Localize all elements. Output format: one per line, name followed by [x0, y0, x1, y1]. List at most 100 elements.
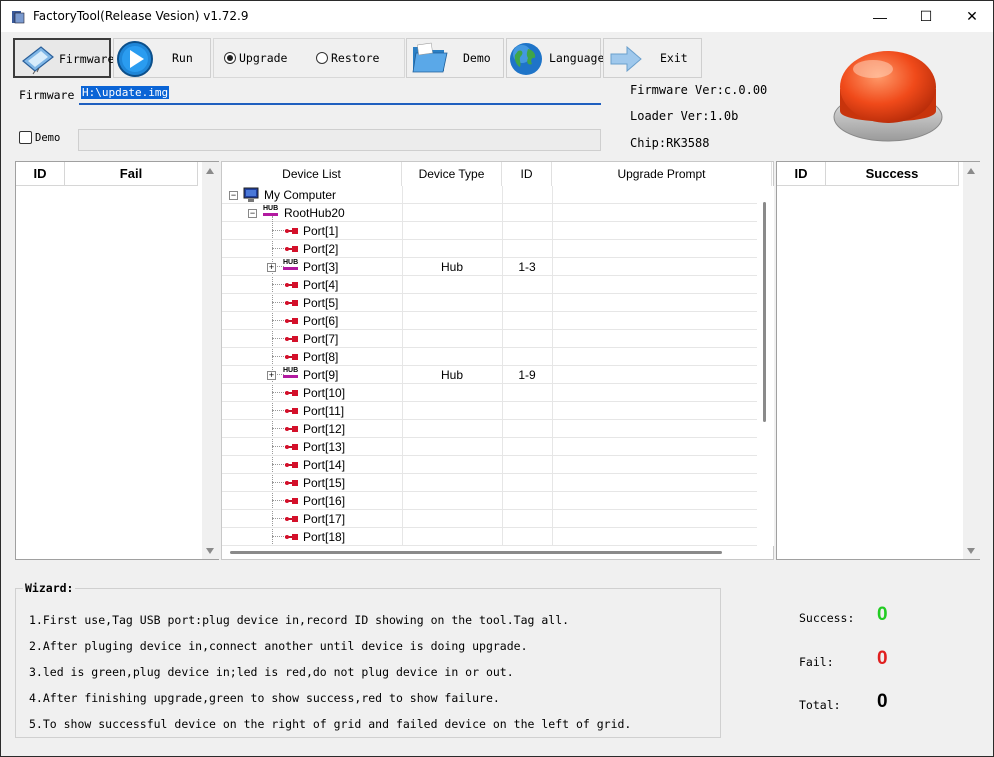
tree-label-roothub: RootHub20	[284, 206, 345, 220]
tree-branch	[272, 500, 284, 501]
device-grid-vscroll[interactable]	[757, 186, 774, 546]
tree-row-port[interactable]: Port[13]	[222, 438, 757, 456]
folder-icon	[412, 42, 448, 73]
col-device-list[interactable]: Device List	[222, 162, 402, 186]
tree-branch	[272, 320, 284, 321]
restore-radio[interactable]	[316, 52, 328, 64]
tree-row-port[interactable]: Port[5]	[222, 294, 757, 312]
wizard-line: 2.After pluging device in,connect anothe…	[29, 639, 528, 653]
grid-line	[502, 438, 503, 455]
language-button[interactable]: Language	[506, 38, 604, 78]
tree-label-port: Port[10]	[303, 386, 346, 400]
tree-row-port[interactable]: Port[16]	[222, 492, 757, 510]
tree-label-port: Port[13]	[303, 440, 346, 454]
run-button[interactable]: Run	[113, 38, 211, 78]
demo-button[interactable]: Demo	[406, 38, 504, 78]
success-grid-success-header[interactable]: Success	[826, 162, 959, 186]
success-grid-id-header[interactable]: ID	[777, 162, 826, 186]
tree-row-root[interactable]: − My Computer	[222, 186, 757, 204]
tree-branch	[272, 518, 284, 519]
restore-radio-label: Restore	[331, 51, 380, 65]
hub-icon: HUB	[283, 258, 299, 270]
tree-row-port[interactable]: Port[10]	[222, 384, 757, 402]
exit-button-label: Exit	[660, 51, 688, 65]
grid-line	[552, 312, 553, 329]
tree-label-port: Port[4]	[303, 278, 339, 292]
usb-plug-icon	[285, 282, 298, 288]
tree-row-port[interactable]: Port[2]	[222, 240, 757, 258]
minimize-button[interactable]: —	[857, 1, 903, 32]
expand-toggle-icon[interactable]: +	[267, 371, 276, 380]
scroll-down-arrow-icon[interactable]	[967, 548, 975, 554]
grid-line	[552, 276, 553, 293]
grid-line	[552, 366, 553, 383]
grid-line	[552, 294, 553, 311]
tree-row-port[interactable]: Port[1]	[222, 222, 757, 240]
tree-row-port[interactable]: Port[18]	[222, 528, 757, 546]
success-count-label: Success:	[799, 611, 855, 625]
collapse-toggle-icon[interactable]: −	[248, 209, 257, 218]
usb-plug-icon	[285, 390, 298, 396]
tree-row-port[interactable]: Port[8]	[222, 348, 757, 366]
upgrade-radio[interactable]	[224, 52, 236, 64]
firmware-version: Firmware Ver:c.0.00	[630, 83, 768, 97]
firmware-button[interactable]: Firmware	[13, 38, 114, 78]
grid-line	[402, 528, 403, 545]
hub-icon: HUB	[283, 366, 299, 378]
grid-line	[502, 510, 503, 527]
tree-row-port[interactable]: Port[14]	[222, 456, 757, 474]
tree-row-port[interactable]: Port[15]	[222, 474, 757, 492]
col-device-type[interactable]: Device Type	[402, 162, 502, 186]
arrow-right-icon	[610, 46, 642, 72]
tree-row-port[interactable]: Port[12]	[222, 420, 757, 438]
device-grid-hscroll[interactable]	[222, 546, 773, 559]
tree-row-port[interactable]: Port[6]	[222, 312, 757, 330]
grid-line	[402, 240, 403, 257]
hscroll-thumb[interactable]	[230, 551, 722, 554]
maximize-button[interactable]: ☐	[903, 1, 949, 32]
tree-row-port[interactable]: Port[4]	[222, 276, 757, 294]
fail-grid-id-header[interactable]: ID	[16, 162, 65, 186]
collapse-toggle-icon[interactable]: −	[229, 191, 238, 200]
tree-label-port: Port[2]	[303, 242, 339, 256]
close-button[interactable]: ✕	[949, 1, 994, 32]
fail-grid[interactable]: ID Fail	[15, 161, 219, 560]
scroll-up-arrow-icon[interactable]	[206, 168, 214, 174]
exit-button[interactable]: Exit	[603, 38, 702, 78]
fail-grid-fail-header[interactable]: Fail	[65, 162, 198, 186]
demo-checkbox[interactable]	[19, 131, 32, 144]
device-tree[interactable]: − My Computer − HUB RootHub20 Port[1] Po…	[222, 186, 757, 546]
col-id[interactable]: ID	[502, 162, 552, 186]
expand-toggle-icon[interactable]: +	[267, 263, 276, 272]
tree-row-port[interactable]: Port[7]	[222, 330, 757, 348]
tree-label-port: Port[18]	[303, 530, 346, 544]
wizard-line: 5.To show successful device on the right…	[29, 717, 632, 731]
scroll-up-arrow-icon[interactable]	[967, 168, 975, 174]
scroll-down-arrow-icon[interactable]	[206, 548, 214, 554]
col-upgrade-prompt[interactable]: Upgrade Prompt	[552, 162, 772, 186]
wizard-line: 4.After finishing upgrade,green to show …	[29, 691, 500, 705]
grid-line	[402, 330, 403, 347]
usb-plug-icon	[285, 318, 298, 324]
tree-row-port[interactable]: + HUB Port[3] Hub 1-3	[222, 258, 757, 276]
vscroll-thumb[interactable]	[763, 202, 766, 422]
tree-row-roothub[interactable]: − HUB RootHub20	[222, 204, 757, 222]
tree-label-port: Port[8]	[303, 350, 339, 364]
success-grid-scrollbar[interactable]	[963, 162, 980, 559]
grid-line	[402, 348, 403, 365]
tree-row-port[interactable]: Port[17]	[222, 510, 757, 528]
tree-branch	[272, 392, 284, 393]
fail-grid-scrollbar[interactable]	[202, 162, 219, 559]
tree-row-port[interactable]: + HUB Port[9] Hub 1-9	[222, 366, 757, 384]
tree-label-port: Port[9]	[303, 368, 339, 382]
tree-row-port[interactable]: Port[11]	[222, 402, 757, 420]
success-grid[interactable]: ID Success	[776, 161, 980, 560]
tree-branch	[272, 356, 284, 357]
usb-plug-icon	[285, 336, 298, 342]
grid-line	[402, 366, 403, 383]
firmware-path-input[interactable]: H:\update.img	[79, 84, 601, 105]
tree-label-root: My Computer	[264, 188, 337, 202]
tree-branch	[272, 428, 284, 429]
usb-plug-icon	[285, 516, 298, 522]
device-grid[interactable]: Device List Device Type ID Upgrade Promp…	[221, 161, 774, 560]
